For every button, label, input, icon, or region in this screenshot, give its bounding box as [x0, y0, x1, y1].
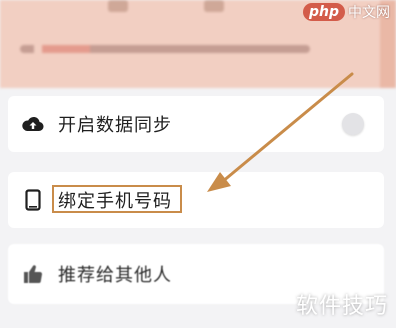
banner-blob — [108, 0, 128, 12]
menu-item-bind-phone[interactable]: 绑定手机号码 — [8, 172, 384, 228]
menu-item-data-sync[interactable]: 开启数据同步 — [8, 96, 384, 152]
phone-icon — [22, 189, 44, 211]
banner-text-blurred — [20, 45, 310, 53]
data-sync-toggle[interactable] — [342, 113, 364, 135]
php-logo: php — [302, 3, 345, 21]
menu-item-label: 绑定手机号码 — [58, 191, 172, 212]
php-watermark: php 中文网 — [302, 2, 390, 22]
cloud-upload-icon — [22, 113, 44, 135]
menu-item-label: 开启数据同步 — [58, 115, 172, 136]
tips-watermark: 软件技巧 — [295, 294, 388, 319]
menu-item-label: 推荐给其他人 — [58, 265, 172, 286]
thumbs-up-icon — [22, 263, 44, 285]
banner-blob — [204, 0, 224, 12]
php-site-name: 中文网 — [348, 5, 390, 21]
